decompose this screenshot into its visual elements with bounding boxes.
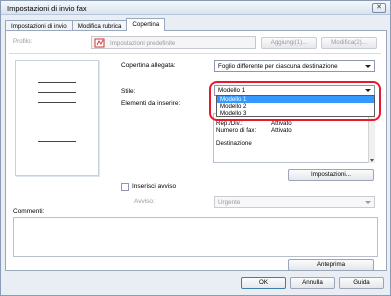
cover-settings-button[interactable]: Impostazioni...: [288, 169, 374, 181]
cover-attached-value: Foglio differente per ciascuna destinazi…: [218, 63, 338, 70]
profile-label: Profilo:: [13, 38, 33, 45]
preview-line: [38, 92, 76, 93]
cover-attached-select[interactable]: Foglio differente per ciascuna destinazi…: [214, 60, 375, 72]
style-option[interactable]: Modello 3: [217, 110, 374, 117]
cancel-button[interactable]: Annulla: [290, 277, 335, 289]
cover-preview: [15, 60, 99, 176]
preview-line: [38, 102, 76, 103]
style-dropdown-list: Modello 1 Modello 2 Modello 3: [216, 95, 375, 117]
notice-select[interactable]: Urgente: [214, 196, 375, 208]
help-button[interactable]: Guida: [339, 277, 384, 289]
destination-label: Destinazione: [216, 140, 252, 147]
preview-line: [38, 141, 76, 142]
ok-button[interactable]: OK: [241, 277, 286, 289]
comments-textarea[interactable]: [13, 217, 378, 257]
profile-select[interactable]: Impostazioni predefinite: [91, 36, 256, 49]
preview-button[interactable]: Anteprima: [288, 259, 374, 271]
element-key: Numero di fax:: [216, 127, 257, 134]
comments-label: Commenti:: [13, 208, 45, 215]
separator: [9, 53, 381, 54]
add-profile-button[interactable]: Aggiungi(1)...: [261, 37, 317, 49]
style-option[interactable]: Modello 2: [217, 103, 374, 110]
scroll-down-icon[interactable]: [370, 159, 374, 162]
window-title: Impostazioni di invio fax: [7, 4, 87, 13]
insert-notice-label: Inserisci avviso: [132, 183, 177, 190]
preview-line: [38, 82, 76, 83]
edit-profile-button[interactable]: Modifica(2)...: [321, 37, 377, 49]
insert-notice-checkbox[interactable]: [121, 183, 129, 191]
notice-label: Avviso:: [134, 198, 155, 205]
element-value: Attivato: [271, 120, 292, 127]
fax-settings-window: Impostazioni di invio fax ✕ Impostazioni…: [0, 0, 391, 296]
chevron-down-icon: [365, 65, 371, 68]
title-bar: Impostazioni di invio fax ✕: [1, 1, 390, 15]
style-label: Stile:: [121, 88, 136, 95]
element-key: Rep./Div.:: [216, 120, 243, 127]
elements-label: Elementi da inserire:: [121, 100, 181, 107]
style-option[interactable]: Modello 1: [217, 96, 374, 103]
style-value: Modello 1: [218, 87, 246, 94]
listbox-scrollbar[interactable]: [368, 113, 375, 163]
chevron-down-icon: [365, 201, 371, 204]
profile-icon: [94, 38, 105, 48]
notice-value: Urgente: [218, 199, 241, 206]
chevron-down-icon: [365, 89, 371, 92]
tab-cover-page[interactable]: Copertina: [126, 18, 166, 31]
profile-value: Impostazioni predefinite: [110, 40, 176, 47]
close-button[interactable]: ✕: [372, 3, 386, 13]
cover-attached-label: Copertina allegata:: [121, 62, 176, 69]
element-value: Attivato: [271, 127, 292, 134]
